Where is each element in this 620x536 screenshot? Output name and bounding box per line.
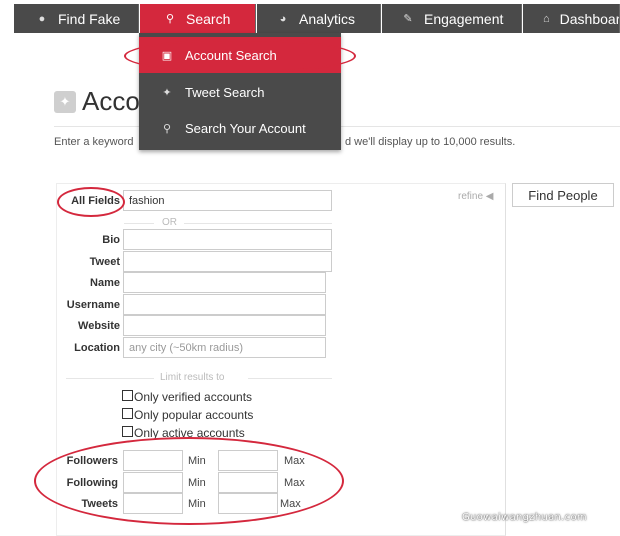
twitter-bird-icon: ✦ — [54, 91, 76, 113]
intro-text-right: d we'll display up to 10,000 results. — [345, 136, 516, 148]
bio-input[interactable] — [123, 229, 332, 250]
nav-find-fake[interactable]: ● Find Fake — [14, 4, 139, 33]
divider — [248, 378, 332, 379]
menu-item-tweet-search[interactable]: ✦ Tweet Search — [139, 74, 341, 110]
popular-checkbox[interactable] — [122, 408, 133, 419]
home-icon: ⌂ — [543, 12, 550, 25]
location-input[interactable]: any city (~50km radius) — [123, 337, 326, 358]
nav-engagement[interactable]: ✎ Engagement — [382, 4, 522, 33]
highlight-circle — [57, 187, 125, 217]
nav-label: Engagement — [424, 10, 504, 27]
user-icon: ● — [38, 12, 46, 25]
website-label: Website — [78, 320, 120, 332]
username-label: Username — [66, 299, 120, 311]
name-label: Name — [90, 277, 120, 289]
menu-item-label: Search Your Account — [185, 120, 306, 136]
active-checkbox[interactable] — [122, 426, 133, 437]
page-title: Acco — [82, 86, 140, 116]
dashboard-icon: ◕ — [279, 12, 287, 25]
highlight-circle — [34, 437, 344, 525]
nav-label: Search — [186, 10, 231, 27]
nav-analytics[interactable]: ◕ Analytics — [257, 4, 381, 33]
top-navbar: ● Find Fake ⚲ Search ◕ Analytics ✎ Engag… — [0, 0, 620, 34]
search-icon: ⚲ — [165, 13, 175, 25]
name-input[interactable] — [123, 272, 326, 293]
search-icon: ⚲ — [162, 122, 172, 135]
or-separator: OR — [162, 217, 177, 228]
nav-dashboard[interactable]: ⌂ Dashboard — [523, 4, 620, 33]
edit-icon: ✎ — [403, 13, 413, 25]
nav-label: Analytics — [299, 10, 356, 27]
divider — [184, 223, 332, 224]
menu-item-label: Tweet Search — [185, 84, 265, 100]
username-input[interactable] — [123, 294, 326, 315]
limit-results-heading: Limit results to — [160, 372, 225, 383]
website-input[interactable] — [123, 315, 326, 336]
refine-toggle[interactable]: refine ◀ — [458, 191, 493, 202]
tweet-label: Tweet — [89, 256, 120, 268]
highlight-circle — [124, 39, 356, 73]
divider — [66, 378, 154, 379]
verified-checkbox-label: Only verified accounts — [134, 390, 253, 404]
nav-label: Dashboard — [559, 10, 620, 27]
all-fields-input[interactable]: fashion — [123, 190, 332, 211]
tweet-input[interactable] — [123, 251, 332, 272]
watermark: Guowaiwangzhuan.com — [462, 512, 587, 523]
nav-search[interactable]: ⚲ Search — [140, 4, 256, 33]
intro-text-left: Enter a keyword — [54, 136, 134, 148]
twitter-bird-icon: ✦ — [162, 86, 172, 99]
divider — [124, 223, 154, 224]
location-label: Location — [74, 342, 120, 354]
verified-checkbox[interactable] — [122, 390, 133, 401]
popular-checkbox-label: Only popular accounts — [134, 408, 254, 422]
bio-label: Bio — [102, 234, 120, 246]
menu-item-search-your-account[interactable]: ⚲ Search Your Account — [139, 110, 341, 146]
nav-label: Find Fake — [58, 10, 121, 27]
find-people-button[interactable]: Find People — [512, 183, 614, 207]
